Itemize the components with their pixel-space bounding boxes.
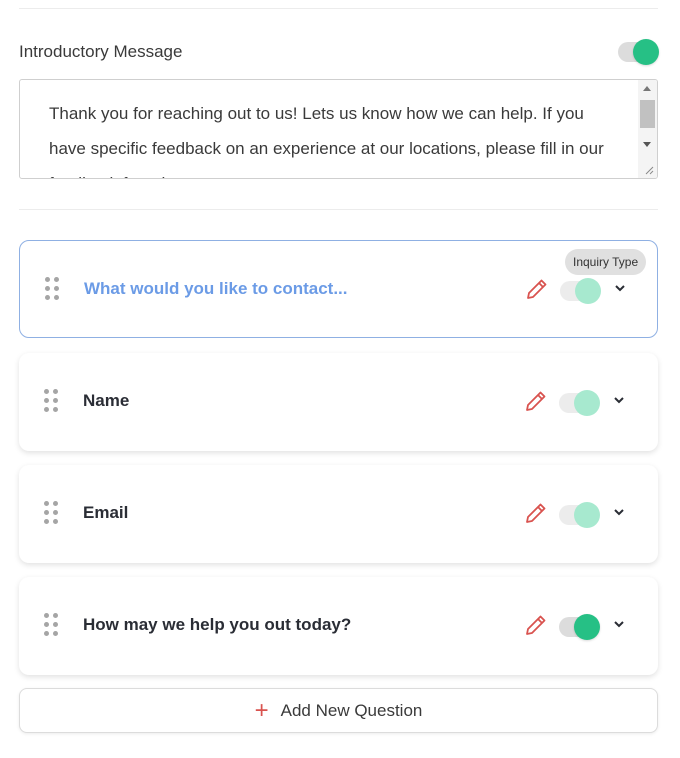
question-toggle[interactable] xyxy=(559,502,600,528)
question-toggle[interactable] xyxy=(559,614,600,640)
drag-handle-icon[interactable] xyxy=(44,389,60,413)
chevron-down-icon[interactable] xyxy=(612,505,626,519)
intro-message-text[interactable]: Thank you for reaching out to us! Lets u… xyxy=(49,96,624,178)
textarea-scrollbar[interactable] xyxy=(638,80,657,178)
pencil-icon[interactable] xyxy=(525,277,549,301)
chevron-down-icon[interactable] xyxy=(612,393,626,407)
section-divider xyxy=(19,209,658,210)
question-card-email[interactable]: Email xyxy=(19,465,658,563)
toggle-knob xyxy=(574,614,600,640)
question-title[interactable]: How may we help you out today? xyxy=(83,615,351,635)
question-card-help[interactable]: How may we help you out today? xyxy=(19,577,658,675)
toggle-knob xyxy=(574,390,600,416)
question-toggle[interactable] xyxy=(559,390,600,416)
chevron-down-icon[interactable] xyxy=(612,617,626,631)
intro-message-label: Introductory Message xyxy=(19,42,183,61)
top-divider xyxy=(19,8,658,9)
question-type-tag: Inquiry Type xyxy=(565,249,647,275)
intro-message-textarea[interactable]: Thank you for reaching out to us! Lets u… xyxy=(19,79,658,179)
scroll-down-arrow-icon[interactable] xyxy=(643,142,651,147)
question-title[interactable]: Name xyxy=(83,391,129,411)
scroll-thumb[interactable] xyxy=(640,100,655,128)
pencil-icon[interactable] xyxy=(524,613,548,637)
question-toggle[interactable] xyxy=(560,278,601,304)
resize-handle-icon[interactable] xyxy=(644,165,654,175)
intro-message-toggle[interactable] xyxy=(618,39,659,65)
scroll-up-arrow-icon[interactable] xyxy=(643,86,651,91)
question-card-inquiry-type[interactable]: What would you like to contact... Inquir… xyxy=(19,240,658,338)
drag-handle-icon[interactable] xyxy=(45,277,61,301)
chevron-down-icon[interactable] xyxy=(613,281,627,295)
toggle-knob xyxy=(575,278,601,304)
plus-icon: + xyxy=(254,696,269,724)
pencil-icon[interactable] xyxy=(524,501,548,525)
question-title[interactable]: What would you like to contact... xyxy=(84,279,348,299)
add-new-question-button[interactable]: + Add New Question xyxy=(19,688,658,733)
toggle-knob xyxy=(633,39,659,65)
toggle-knob xyxy=(574,502,600,528)
question-title[interactable]: Email xyxy=(83,503,128,523)
drag-handle-icon[interactable] xyxy=(44,501,60,525)
drag-handle-icon[interactable] xyxy=(44,613,60,637)
pencil-icon[interactable] xyxy=(524,389,548,413)
add-new-question-label: Add New Question xyxy=(280,700,423,720)
question-card-name[interactable]: Name xyxy=(19,353,658,451)
